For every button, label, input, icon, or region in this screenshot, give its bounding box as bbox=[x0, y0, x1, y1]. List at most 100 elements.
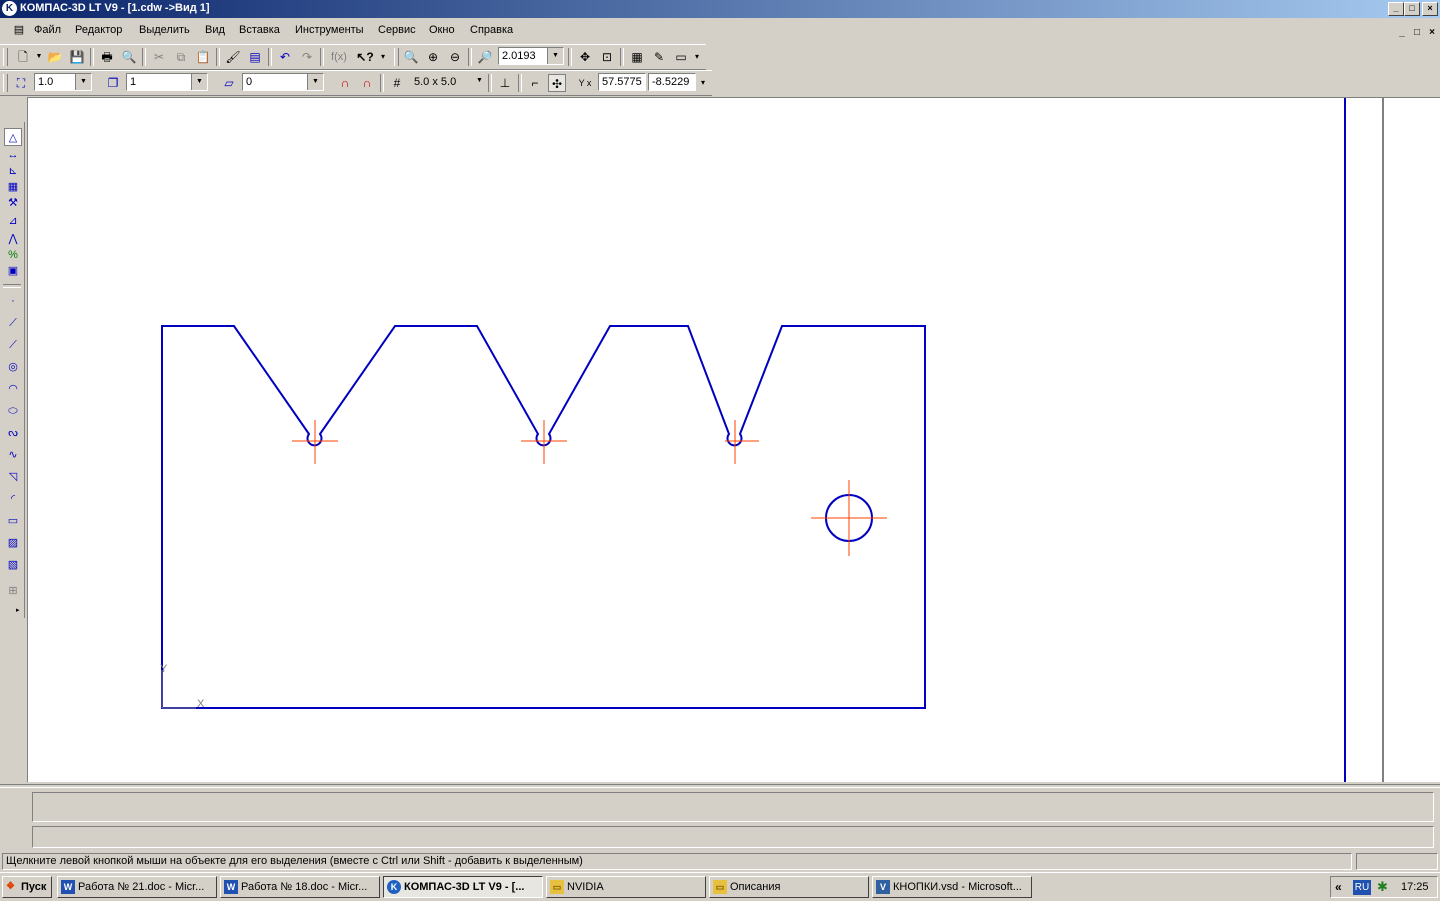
chevron-down-icon[interactable]: ▼ bbox=[476, 77, 483, 84]
part-contour[interactable] bbox=[161, 325, 926, 709]
mdi-close-button[interactable]: × bbox=[1426, 27, 1438, 38]
toolbar-overflow-icon[interactable]: ▾ bbox=[378, 48, 388, 66]
grid-size-label[interactable]: 5.0 x 5.0 bbox=[414, 76, 456, 88]
properties-icon[interactable]: ▤ bbox=[246, 48, 264, 66]
style-combo[interactable]: 0 ▼ bbox=[242, 73, 324, 91]
zoom-window-icon[interactable]: 🔍 bbox=[402, 48, 420, 66]
mdi-restore-button[interactable]: □ bbox=[1411, 27, 1423, 38]
separator bbox=[468, 48, 472, 66]
spline-tool-icon[interactable]: ᔓ bbox=[4, 424, 22, 442]
toolbar-overflow-icon[interactable]: ▾ bbox=[692, 48, 702, 66]
bezier-tool-icon[interactable]: ∿ bbox=[4, 446, 22, 464]
taskbar-button-nvidia[interactable]: ▭ NVIDIA bbox=[546, 876, 706, 898]
copy-icon[interactable]: ⧉ bbox=[172, 48, 190, 66]
start-button[interactable]: ❖ Пуск bbox=[2, 876, 52, 898]
hatch-tool-icon[interactable]: ▨ bbox=[4, 534, 22, 552]
undo-icon[interactable]: ↶ bbox=[276, 48, 294, 66]
taskbar-button-visio[interactable]: V КНОПКИ.vsd - Microsoft... bbox=[872, 876, 1032, 898]
taskbar-button-word-21[interactable]: W Работа № 21.doc - Micr... bbox=[57, 876, 217, 898]
taskbar-button-word-18[interactable]: W Работа № 18.doc - Micr... bbox=[220, 876, 380, 898]
function-button[interactable]: f(x) bbox=[328, 48, 350, 66]
menu-insert[interactable]: Вставка bbox=[239, 24, 280, 36]
separator bbox=[568, 48, 572, 66]
pan-icon[interactable]: ✥ bbox=[576, 48, 594, 66]
step-value: 1.0 bbox=[38, 76, 54, 88]
regenerate-icon[interactable]: ▦ bbox=[628, 48, 646, 66]
grid-icon[interactable]: # bbox=[388, 74, 406, 92]
menu-edit[interactable]: Редактор bbox=[75, 24, 122, 36]
antivirus-icon[interactable]: ✱ bbox=[1377, 879, 1388, 895]
menu-select[interactable]: Выделить bbox=[139, 24, 190, 36]
maximize-button[interactable]: □ bbox=[1404, 2, 1420, 16]
print-preview-icon[interactable]: 🔍 bbox=[120, 48, 138, 66]
zoom-combo[interactable]: 2.0193 ▼ bbox=[498, 47, 564, 65]
menu-file[interactable]: Файл bbox=[34, 24, 61, 36]
special-control-panel[interactable] bbox=[32, 826, 1434, 848]
zoom-out-icon[interactable]: ⊖ bbox=[446, 48, 464, 66]
redo-icon[interactable]: ↷ bbox=[298, 48, 316, 66]
taskbar-label: Описания bbox=[730, 881, 781, 893]
step-combo[interactable]: 1.0 ▼ bbox=[34, 73, 92, 91]
cut-icon[interactable]: ✂ bbox=[150, 48, 168, 66]
toolbar-grip[interactable] bbox=[394, 48, 399, 66]
point-tool-icon[interactable]: · bbox=[4, 292, 22, 310]
menu-service[interactable]: Сервис bbox=[378, 24, 416, 36]
parametrization-panel-icon[interactable]: ⚒ bbox=[4, 194, 22, 212]
refresh-icon[interactable]: ✎ bbox=[650, 48, 668, 66]
coord-y-field[interactable]: -8.5229 bbox=[648, 73, 696, 91]
display-icon[interactable]: ▭ bbox=[672, 48, 690, 66]
fillet-tool-icon[interactable]: ◜ bbox=[4, 490, 22, 508]
layer-icon[interactable]: ❐ bbox=[104, 74, 122, 92]
print-icon[interactable]: 🖶 bbox=[98, 48, 116, 66]
local-snap-icon[interactable]: ∩ bbox=[358, 74, 376, 92]
arc-tool-icon[interactable]: ◠ bbox=[4, 380, 22, 398]
toolbar-overflow-icon[interactable]: ▾ bbox=[698, 74, 708, 92]
language-indicator[interactable]: RU bbox=[1353, 880, 1371, 895]
style-icon[interactable]: ▱ bbox=[220, 74, 238, 92]
drawing-canvas[interactable]: Y X bbox=[27, 97, 1440, 782]
menu-view[interactable]: Вид bbox=[205, 24, 225, 36]
parametric-mode-icon[interactable]: ✣ bbox=[548, 74, 566, 92]
context-help-icon[interactable]: ↖? bbox=[356, 48, 374, 66]
coord-x-field[interactable]: 57.5775 bbox=[598, 73, 646, 91]
segment-tool-icon[interactable]: ⟋ bbox=[4, 336, 22, 354]
save-icon[interactable]: 💾 bbox=[68, 48, 86, 66]
auxiliary-line-tool-icon[interactable]: ⟋ bbox=[4, 314, 22, 332]
menu-window[interactable]: Окно bbox=[429, 24, 455, 36]
menu-tools[interactable]: Инструменты bbox=[295, 24, 364, 36]
property-panel[interactable] bbox=[32, 792, 1434, 822]
chevron-down-icon[interactable]: ▼ bbox=[547, 48, 563, 64]
ortho-icon[interactable]: ⌐ bbox=[526, 74, 544, 92]
zoom-scale-icon[interactable]: 🔎 bbox=[476, 48, 494, 66]
chamfer-tool-icon[interactable]: ◹ bbox=[4, 468, 22, 486]
fill-tool-icon[interactable]: ▧ bbox=[4, 556, 22, 574]
paste-icon[interactable]: 📋 bbox=[194, 48, 212, 66]
toolbar-grip[interactable] bbox=[3, 74, 8, 92]
rectangle-tool-icon[interactable]: ▭ bbox=[4, 512, 22, 530]
cursor-step-icon[interactable]: ⛶ bbox=[12, 74, 30, 92]
chevron-down-icon[interactable]: ▼ bbox=[75, 74, 91, 90]
chevron-right-icon[interactable]: ▸ bbox=[16, 606, 20, 614]
local-cs-icon[interactable]: ⊥ bbox=[496, 74, 514, 92]
minimize-button[interactable]: _ bbox=[1388, 2, 1404, 16]
zoom-all-icon[interactable]: ⊡ bbox=[598, 48, 616, 66]
layer-combo[interactable]: 1 ▼ bbox=[126, 73, 208, 91]
circle-tool-icon[interactable]: ◎ bbox=[4, 358, 22, 376]
geometry-panel-icon[interactable]: △ bbox=[4, 128, 22, 146]
chevron-down-icon[interactable]: ▼ bbox=[191, 74, 207, 90]
zoom-in-icon[interactable]: ⊕ bbox=[424, 48, 442, 66]
document-icon[interactable]: ▤ bbox=[10, 21, 28, 39]
menu-help[interactable]: Справка bbox=[470, 24, 513, 36]
open-folder-icon[interactable]: 📂 bbox=[46, 48, 64, 66]
format-brush-icon[interactable]: 🖌 bbox=[224, 48, 242, 66]
snap-magnet-icon[interactable]: ∩ bbox=[336, 74, 354, 92]
taskbar-button-descriptions[interactable]: ▭ Описания bbox=[709, 876, 869, 898]
measure-panel-icon[interactable]: ⊿ bbox=[4, 212, 22, 230]
toolbar-grip[interactable] bbox=[3, 48, 8, 66]
reports-panel-icon[interactable]: ▣ bbox=[4, 262, 22, 280]
ellipse-tool-icon[interactable]: ⬭ bbox=[4, 402, 22, 420]
close-button[interactable]: × bbox=[1422, 2, 1438, 16]
taskbar-button-kompas[interactable]: K КОМПАС-3D LT V9 - [... bbox=[383, 876, 543, 898]
chevron-down-icon[interactable]: ▼ bbox=[307, 74, 323, 90]
mdi-minimize-button[interactable]: _ bbox=[1396, 27, 1408, 38]
